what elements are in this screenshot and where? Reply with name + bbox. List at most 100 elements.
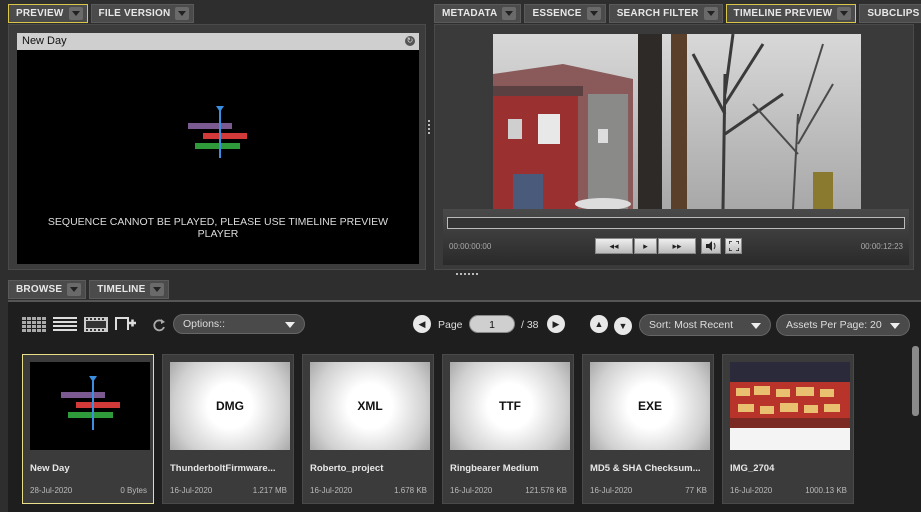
speaker-icon bbox=[706, 241, 716, 251]
tab-label: BROWSE bbox=[16, 284, 63, 295]
chevron-left-icon: ◀ bbox=[418, 318, 426, 329]
asset-thumbnail[interactable]: EXE bbox=[590, 362, 710, 450]
asset-date: 16-Jul-2020 bbox=[730, 486, 773, 495]
sort-ascending-button[interactable]: ▲ bbox=[590, 315, 608, 333]
volume-button[interactable] bbox=[701, 238, 721, 254]
tab-subclips[interactable]: SUBCLIPS bbox=[859, 4, 921, 23]
chevron-down-icon[interactable] bbox=[837, 7, 852, 20]
asset-title: ThunderboltFirmware... bbox=[170, 463, 276, 474]
asset-card[interactable]: IMG_2704 16-Jul-2020 1000.13 KB bbox=[722, 354, 854, 504]
asset-title: MD5 & SHA Checksum... bbox=[590, 463, 701, 474]
tab-label: SEARCH FILTER bbox=[616, 8, 699, 19]
tab-browse[interactable]: BROWSE bbox=[8, 280, 87, 299]
browse-scrollbar[interactable] bbox=[912, 346, 919, 511]
page-number-input[interactable]: 1 bbox=[469, 315, 515, 333]
asset-thumbnail[interactable] bbox=[30, 362, 150, 450]
chevron-right-icon: ▶ bbox=[552, 318, 560, 329]
photo-thumbnail bbox=[730, 362, 850, 450]
tab-label: PREVIEW bbox=[16, 8, 64, 19]
filmstrip-view-icon[interactable] bbox=[84, 317, 108, 332]
duration-timecode: 00:00:12:23 bbox=[860, 242, 903, 251]
prev-page-button[interactable]: ◀ bbox=[413, 315, 431, 333]
asset-thumbnail[interactable] bbox=[730, 362, 850, 450]
play-button[interactable]: ▸ bbox=[634, 238, 657, 254]
preview-screen: SEQUENCE CANNOT BE PLAYED, PLEASE USE TI… bbox=[17, 50, 419, 264]
browse-toolbar: Options:: ◀ Page 1 / 38 ▶ ▲ ▼ Sort: Most… bbox=[8, 302, 921, 346]
assets-per-page-dropdown[interactable]: Assets Per Page: 20 bbox=[776, 314, 910, 336]
rewind-button[interactable]: ◂◂ bbox=[595, 238, 633, 254]
track-bar-purple bbox=[188, 123, 232, 129]
asset-thumbnail[interactable]: TTF bbox=[450, 362, 570, 450]
asset-date: 16-Jul-2020 bbox=[170, 486, 213, 495]
playhead-marker-icon bbox=[216, 106, 224, 112]
chevron-down-icon[interactable] bbox=[68, 7, 83, 20]
preview-title-bar: New Day ↻ bbox=[17, 33, 419, 50]
asset-title: Ringbearer Medium bbox=[450, 463, 539, 474]
asset-size: 1.678 KB bbox=[394, 486, 427, 495]
preview-title: New Day bbox=[22, 35, 67, 47]
horizontal-splitter-handle[interactable] bbox=[456, 273, 478, 276]
asset-size: 1.217 MB bbox=[252, 486, 287, 495]
current-timecode: 00:00:00:00 bbox=[449, 242, 492, 251]
app-root: PREVIEW FILE VERSION METADATA ESSENCE SE… bbox=[0, 0, 921, 512]
asset-date: 28-Jul-2020 bbox=[30, 486, 73, 495]
tab-label: METADATA bbox=[442, 8, 498, 19]
tab-label: FILE VERSION bbox=[98, 8, 171, 19]
asset-card[interactable]: XML Roberto_project 16-Jul-2020 1.678 KB bbox=[302, 354, 434, 504]
tab-essence[interactable]: ESSENCE bbox=[524, 4, 606, 23]
tab-metadata[interactable]: METADATA bbox=[434, 4, 522, 23]
tab-file-version[interactable]: FILE VERSION bbox=[90, 4, 195, 23]
scrub-bar[interactable] bbox=[447, 217, 905, 229]
browse-tabbar: BROWSE TIMELINE bbox=[8, 280, 170, 300]
chevron-down-icon[interactable] bbox=[150, 283, 165, 296]
asset-thumbnail[interactable]: XML bbox=[310, 362, 430, 450]
refresh-icon[interactable]: ↻ bbox=[405, 36, 415, 46]
add-to-collection-icon[interactable] bbox=[115, 315, 139, 330]
asset-title: Roberto_project bbox=[310, 463, 384, 474]
tab-timeline-preview[interactable]: TIMELINE PREVIEW bbox=[725, 4, 857, 23]
tab-label: ESSENCE bbox=[532, 8, 582, 19]
scrollbar-thumb[interactable] bbox=[912, 346, 919, 416]
tab-label: TIMELINE bbox=[97, 284, 146, 295]
page-total: / 38 bbox=[521, 319, 539, 331]
preview-message: SEQUENCE CANNOT BE PLAYED, PLEASE USE TI… bbox=[47, 216, 389, 240]
asset-card[interactable]: New Day 28-Jul-2020 0 Bytes bbox=[22, 354, 154, 504]
asset-size: 121.578 KB bbox=[525, 486, 567, 495]
tab-search-filter[interactable]: SEARCH FILTER bbox=[608, 4, 723, 23]
grid-view-icon[interactable] bbox=[22, 317, 46, 332]
asset-card[interactable]: EXE MD5 & SHA Checksum... 16-Jul-2020 77… bbox=[582, 354, 714, 504]
chevron-down-icon[interactable] bbox=[703, 7, 718, 20]
asset-size: 77 KB bbox=[685, 486, 707, 495]
forward-button[interactable]: ▸▸ bbox=[658, 238, 696, 254]
browse-panel: Options:: ◀ Page 1 / 38 ▶ ▲ ▼ Sort: Most… bbox=[8, 300, 921, 512]
top-left-tabbar: PREVIEW FILE VERSION bbox=[8, 4, 195, 24]
sort-descending-button[interactable]: ▼ bbox=[614, 317, 632, 335]
chevron-down-icon[interactable] bbox=[67, 283, 82, 296]
vertical-splitter-handle[interactable] bbox=[428, 120, 431, 138]
options-dropdown[interactable]: Options:: bbox=[173, 314, 305, 334]
list-view-icon[interactable] bbox=[53, 317, 77, 332]
tab-label: SUBCLIPS bbox=[867, 8, 920, 19]
refresh-icon[interactable] bbox=[152, 318, 166, 332]
sort-dropdown[interactable]: Sort: Most Recent bbox=[639, 314, 771, 336]
next-page-button[interactable]: ▶ bbox=[547, 315, 565, 333]
track-bar-green bbox=[195, 143, 240, 149]
asset-card[interactable]: TTF Ringbearer Medium 16-Jul-2020 121.57… bbox=[442, 354, 574, 504]
chevron-down-icon[interactable] bbox=[586, 7, 601, 20]
asset-date: 16-Jul-2020 bbox=[450, 486, 493, 495]
asset-date: 16-Jul-2020 bbox=[310, 486, 353, 495]
page-label: Page bbox=[438, 319, 463, 331]
tab-timeline[interactable]: TIMELINE bbox=[89, 280, 170, 299]
asset-title: New Day bbox=[30, 463, 70, 474]
preview-panel: New Day ↻ SEQUENCE CANNOT BE PLAYED, PLE… bbox=[8, 24, 426, 270]
chevron-down-icon[interactable] bbox=[175, 7, 190, 20]
fullscreen-icon bbox=[728, 241, 739, 251]
asset-thumbnail[interactable]: DMG bbox=[170, 362, 290, 450]
player-controls: 00:00:00:00 00:00:12:23 ◂◂ ▸ ▸▸ bbox=[443, 209, 909, 265]
tab-preview[interactable]: PREVIEW bbox=[8, 4, 88, 23]
timeline-preview-panel: 00:00:00:00 00:00:12:23 ◂◂ ▸ ▸▸ bbox=[434, 24, 914, 270]
tab-label: TIMELINE PREVIEW bbox=[733, 8, 833, 19]
chevron-down-icon[interactable] bbox=[502, 7, 517, 20]
fullscreen-button[interactable] bbox=[725, 238, 742, 254]
asset-card[interactable]: DMG ThunderboltFirmware... 16-Jul-2020 1… bbox=[162, 354, 294, 504]
